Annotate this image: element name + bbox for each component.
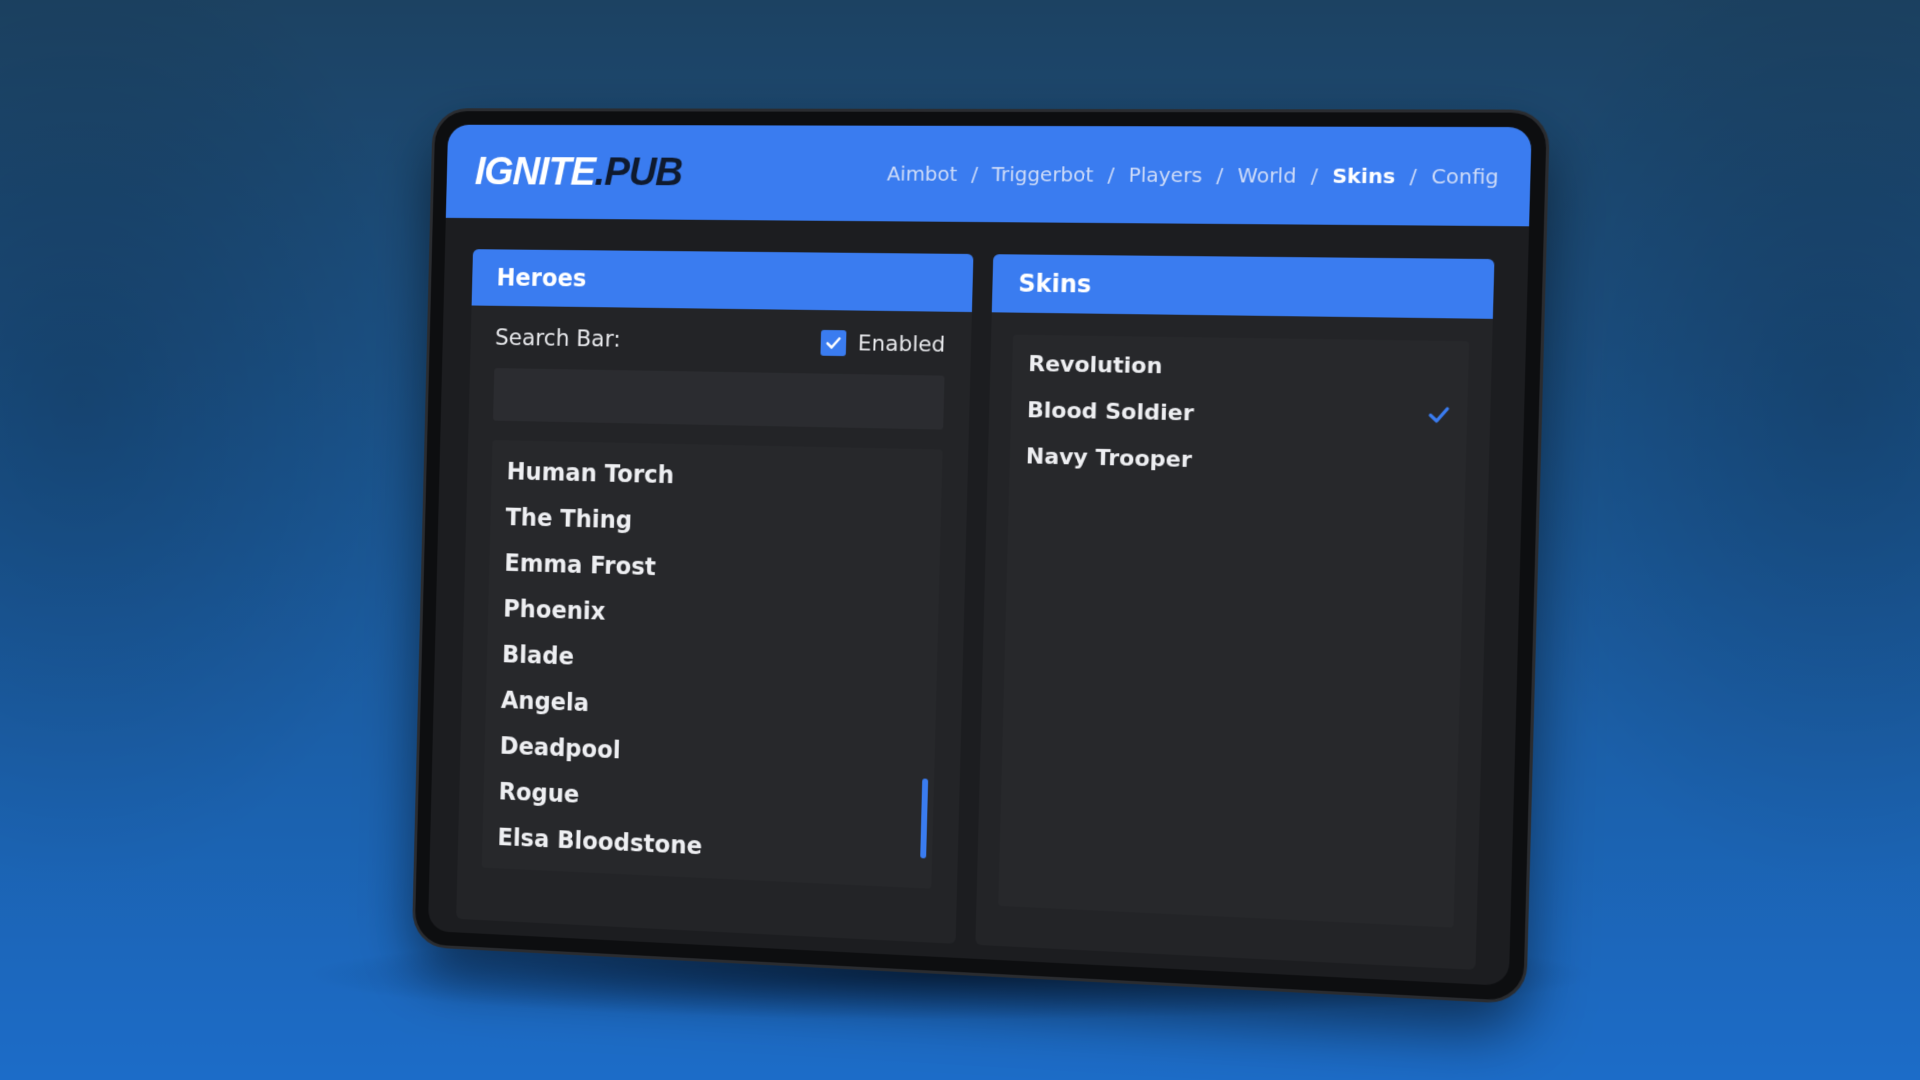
skin-label: Blood Soldier	[1026, 397, 1195, 426]
search-input[interactable]	[493, 368, 945, 430]
checkmark-icon	[1427, 403, 1451, 426]
nav-separator: /	[1216, 162, 1224, 188]
search-row: Search Bar: Enabled	[470, 306, 971, 359]
nav-skins[interactable]: Skins	[1332, 163, 1396, 188]
top-bar: IGNITE.PUB Aimbot / Triggerbot / Players…	[445, 124, 1532, 227]
app-logo: IGNITE.PUB	[474, 150, 682, 195]
stage: IGNITE.PUB Aimbot / Triggerbot / Players…	[0, 0, 1920, 1080]
nav-aimbot[interactable]: Aimbot	[887, 162, 958, 186]
skin-label: Navy Trooper	[1025, 443, 1193, 473]
skins-panel-title: Skins	[991, 254, 1495, 319]
skin-item-revolution[interactable]: Revolution	[1012, 341, 1469, 395]
selected-check-icon	[1427, 403, 1451, 432]
heroes-panel: Heroes Search Bar: Enabled Human Torch T…	[456, 249, 974, 944]
nav-world[interactable]: World	[1237, 163, 1296, 188]
heroes-list: Human Torch The Thing Emma Frost Phoenix…	[481, 440, 943, 889]
nav-config[interactable]: Config	[1431, 164, 1499, 189]
nav-separator: /	[970, 161, 979, 186]
device-frame: IGNITE.PUB Aimbot / Triggerbot / Players…	[414, 111, 1547, 1002]
app-window: IGNITE.PUB Aimbot / Triggerbot / Players…	[427, 124, 1532, 986]
enabled-checkbox[interactable]	[820, 329, 847, 357]
nav-separator: /	[1310, 163, 1319, 188]
nav-separator: /	[1107, 162, 1115, 187]
search-label: Search Bar:	[494, 325, 621, 353]
nav-triggerbot[interactable]: Triggerbot	[991, 162, 1093, 187]
heroes-panel-title: Heroes	[471, 249, 974, 313]
skins-list: Revolution Blood Soldier Navy Trooper	[998, 334, 1470, 928]
nav-players[interactable]: Players	[1128, 163, 1202, 188]
skins-panel: Skins Revolution Blood Soldier Navy Troo…	[975, 254, 1495, 970]
logo-main-text: IGNITE	[474, 149, 596, 194]
logo-suffix-text: .PUB	[594, 150, 683, 194]
checkmark-icon	[825, 334, 843, 352]
main-nav: Aimbot / Triggerbot / Players / World / …	[887, 162, 1500, 189]
nav-separator: /	[1409, 163, 1418, 189]
enabled-label: Enabled	[857, 330, 946, 358]
heroes-scrollbar[interactable]	[920, 778, 929, 859]
skin-item-navy-trooper[interactable]: Navy Trooper	[1009, 433, 1466, 490]
enabled-toggle[interactable]: Enabled	[820, 329, 946, 358]
skin-label: Revolution	[1027, 351, 1163, 379]
